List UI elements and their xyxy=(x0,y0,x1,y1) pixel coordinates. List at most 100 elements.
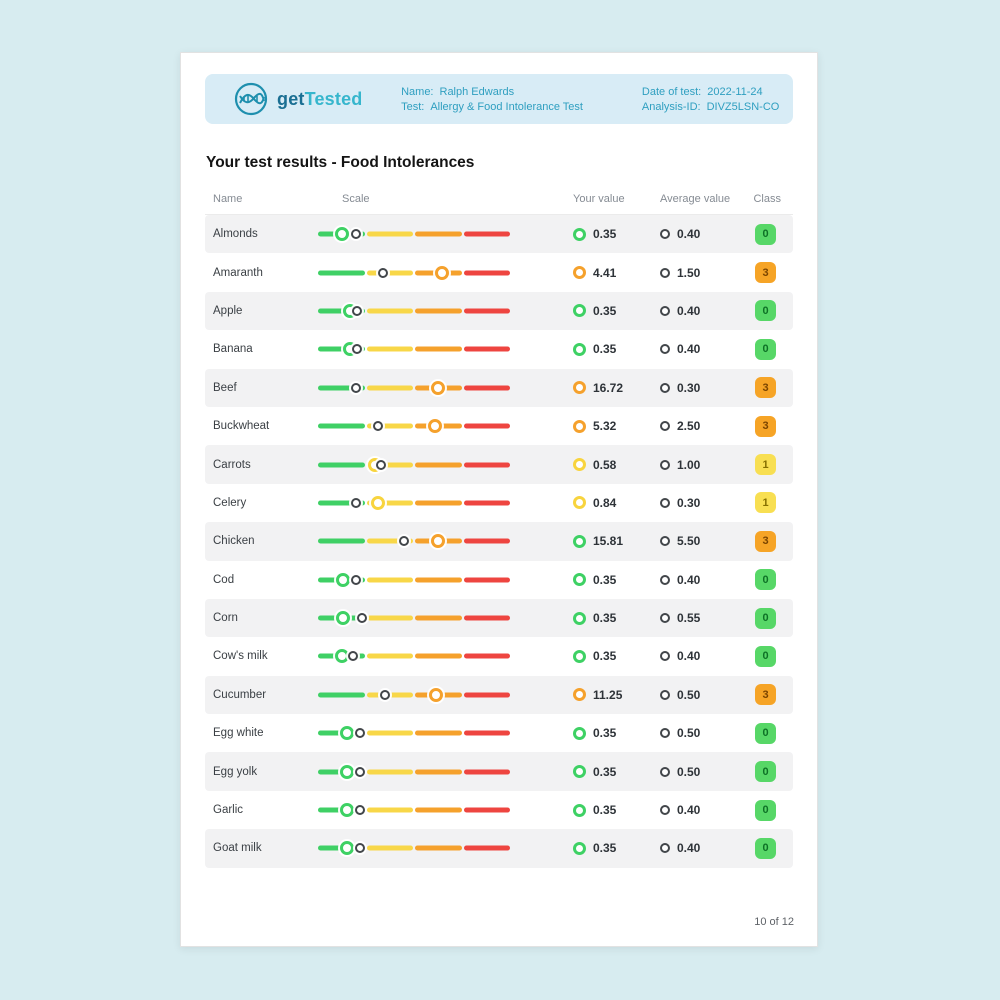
intolerance-scale xyxy=(318,292,510,330)
your-value-marker xyxy=(428,419,442,433)
allergen-name: Cod xyxy=(205,574,318,586)
intolerance-scale xyxy=(318,561,510,599)
average-value-number: 0.40 xyxy=(677,304,700,318)
average-value-marker xyxy=(380,690,390,700)
name-label: Name: xyxy=(401,86,433,98)
scale-segment-green xyxy=(318,270,365,275)
your-value-marker xyxy=(340,726,354,740)
analysis-id-label: Analysis-ID: xyxy=(642,101,701,113)
desktop-background: { "header": { "brand_get": "get", "brand… xyxy=(0,0,1000,1000)
scale-segment-yellow xyxy=(367,308,414,313)
class-badge: 0 xyxy=(755,838,776,859)
scale-segment-orange xyxy=(415,500,462,505)
average-value-number: 0.55 xyxy=(677,611,700,625)
average-value-ring-icon xyxy=(660,460,670,470)
class-cell: 3 xyxy=(755,416,776,437)
table-row: Celery0.840.301 xyxy=(205,484,793,522)
average-value-number: 0.30 xyxy=(677,381,700,395)
average-value-ring-icon xyxy=(660,728,670,738)
your-value-ring-icon xyxy=(573,496,586,509)
average-value-ring-icon xyxy=(660,498,670,508)
class-cell: 3 xyxy=(755,262,776,283)
your-value-marker xyxy=(336,573,350,587)
class-badge: 3 xyxy=(755,684,776,705)
your-value-ring-icon xyxy=(573,381,586,394)
your-value-number: 0.35 xyxy=(593,611,616,625)
your-value-cell: 15.81 xyxy=(573,534,660,548)
scale-segment-red xyxy=(464,308,511,313)
your-value-marker xyxy=(429,688,443,702)
test-name-line: Test: Allergy & Food Intolerance Test xyxy=(401,101,642,113)
intolerance-scale xyxy=(318,829,510,867)
average-value-cell: 0.30 xyxy=(660,496,750,510)
intolerance-scale xyxy=(318,637,510,675)
average-value-number: 0.30 xyxy=(677,496,700,510)
class-cell: 0 xyxy=(755,800,776,821)
average-value-cell: 0.30 xyxy=(660,381,750,395)
scale-segment-orange xyxy=(415,846,462,851)
table-row: Beef16.720.303 xyxy=(205,369,793,407)
average-value-ring-icon xyxy=(660,805,670,815)
your-value-cell: 5.32 xyxy=(573,419,660,433)
table-row: Chicken15.815.503 xyxy=(205,522,793,560)
class-cell: 0 xyxy=(755,608,776,629)
average-value-marker xyxy=(351,575,361,585)
your-value-cell: 4.41 xyxy=(573,266,660,280)
average-value-number: 0.40 xyxy=(677,342,700,356)
class-badge: 3 xyxy=(755,377,776,398)
column-header-name: Name xyxy=(205,193,318,205)
average-value-marker xyxy=(352,344,362,354)
average-value-number: 0.40 xyxy=(677,573,700,587)
scale-segment-green xyxy=(318,462,365,467)
average-value-marker xyxy=(351,383,361,393)
average-value-marker xyxy=(376,460,386,470)
table-row: Cod0.350.400 xyxy=(205,561,793,599)
average-value-ring-icon xyxy=(660,306,670,316)
allergen-name: Almonds xyxy=(205,228,318,240)
class-badge: 3 xyxy=(755,416,776,437)
scale-segment-yellow xyxy=(367,731,414,736)
average-value-cell: 2.50 xyxy=(660,419,750,433)
test-meta-info: Date of test: 2022-11-24 Analysis-ID: DI… xyxy=(642,86,793,113)
allergen-name: Apple xyxy=(205,305,318,317)
average-value-cell: 0.40 xyxy=(660,573,750,587)
intolerance-scale xyxy=(318,369,510,407)
your-value-marker xyxy=(431,381,445,395)
scale-segment-yellow xyxy=(367,616,414,621)
average-value-marker xyxy=(348,651,358,661)
table-body: Almonds0.350.400Amaranth4.411.503Apple0.… xyxy=(205,215,793,868)
average-value-number: 1.50 xyxy=(677,266,700,280)
scale-segment-orange xyxy=(415,462,462,467)
average-value-marker xyxy=(355,728,365,738)
your-value-cell: 0.35 xyxy=(573,649,660,663)
scale-segment-red xyxy=(464,577,511,582)
average-value-number: 1.00 xyxy=(677,458,700,472)
your-value-number: 0.35 xyxy=(593,649,616,663)
report-header-banner: getTested Name: Ralph Edwards Test: Alle… xyxy=(205,74,793,124)
average-value-ring-icon xyxy=(660,536,670,546)
scale-segment-red xyxy=(464,846,511,851)
allergen-name: Amaranth xyxy=(205,267,318,279)
your-value-marker xyxy=(431,534,445,548)
class-badge: 0 xyxy=(755,339,776,360)
your-value-number: 0.84 xyxy=(593,496,616,510)
scale-segment-yellow xyxy=(367,347,414,352)
scale-bar xyxy=(318,270,510,275)
scale-segment-yellow xyxy=(367,769,414,774)
allergen-name: Cucumber xyxy=(205,689,318,701)
average-value-marker xyxy=(373,421,383,431)
your-value-ring-icon xyxy=(573,573,586,586)
average-value-number: 0.40 xyxy=(677,841,700,855)
your-value-ring-icon xyxy=(573,727,586,740)
your-value-ring-icon xyxy=(573,612,586,625)
table-row: Cow's milk0.350.400 xyxy=(205,637,793,675)
average-value-ring-icon xyxy=(660,383,670,393)
intolerance-scale xyxy=(318,407,510,445)
table-row: Almonds0.350.400 xyxy=(205,215,793,253)
scale-segment-red xyxy=(464,539,511,544)
results-table: Name Scale Your value Average value Clas… xyxy=(205,184,793,868)
average-value-cell: 1.50 xyxy=(660,266,750,280)
scale-segment-red xyxy=(464,232,511,237)
class-cell: 0 xyxy=(755,723,776,744)
class-cell: 0 xyxy=(755,300,776,321)
